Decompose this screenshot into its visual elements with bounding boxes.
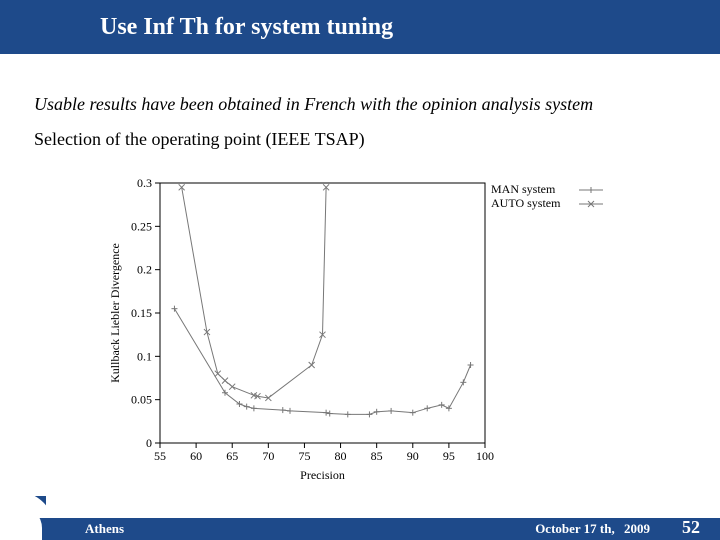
svg-text:0.15: 0.15 bbox=[131, 306, 152, 320]
svg-text:80: 80 bbox=[335, 449, 347, 463]
slide-title: Use Inf Th for system tuning bbox=[100, 14, 393, 41]
svg-text:0.05: 0.05 bbox=[131, 393, 152, 407]
footer-year: 2009 bbox=[624, 521, 650, 536]
footer-date-text: October 17 th, bbox=[535, 521, 615, 536]
svg-text:Kullback Liebler Divergence: Kullback Liebler Divergence bbox=[108, 243, 122, 383]
svg-text:Precision: Precision bbox=[300, 468, 345, 482]
footer: Athens October 17 th, 2009 52 bbox=[0, 506, 720, 540]
svg-text:0.2: 0.2 bbox=[137, 263, 152, 277]
svg-text:90: 90 bbox=[407, 449, 419, 463]
slide-body: Usable results have been obtained in Fre… bbox=[34, 94, 686, 150]
svg-text:0.1: 0.1 bbox=[137, 349, 152, 363]
footer-date: October 17 th, 2009 bbox=[535, 521, 650, 537]
chart-svg: 55 60 65 70 75 80 85 90 95 100 0 0.05 0.1 0.15 0.2 0.25… bbox=[105, 173, 625, 483]
logo-arc-icon bbox=[8, 496, 46, 538]
svg-text:0.3: 0.3 bbox=[137, 176, 152, 190]
svg-text:95: 95 bbox=[443, 449, 455, 463]
svg-text:65: 65 bbox=[226, 449, 238, 463]
slide: Use Inf Th for system tuning Usable resu… bbox=[0, 0, 720, 540]
svg-text:60: 60 bbox=[190, 449, 202, 463]
svg-text:0.25: 0.25 bbox=[131, 219, 152, 233]
svg-text:AUTO system: AUTO system bbox=[491, 196, 561, 210]
svg-text:0: 0 bbox=[146, 436, 152, 450]
svg-text:55: 55 bbox=[154, 449, 166, 463]
svg-text:MAN system: MAN system bbox=[491, 182, 556, 196]
footer-location: Athens bbox=[85, 521, 124, 537]
svg-text:100: 100 bbox=[476, 449, 494, 463]
title-band: Use Inf Th for system tuning bbox=[0, 0, 720, 54]
svg-text:70: 70 bbox=[262, 449, 274, 463]
svg-text:85: 85 bbox=[371, 449, 383, 463]
page-number: 52 bbox=[682, 517, 700, 538]
body-line-1: Usable results have been obtained in Fre… bbox=[34, 94, 686, 115]
svg-text:75: 75 bbox=[298, 449, 310, 463]
chart: 55 60 65 70 75 80 85 90 95 100 0 0.05 0.1 0.15 0.2 0.25… bbox=[105, 173, 625, 483]
body-line-2: Selection of the operating point (IEEE T… bbox=[34, 129, 686, 150]
